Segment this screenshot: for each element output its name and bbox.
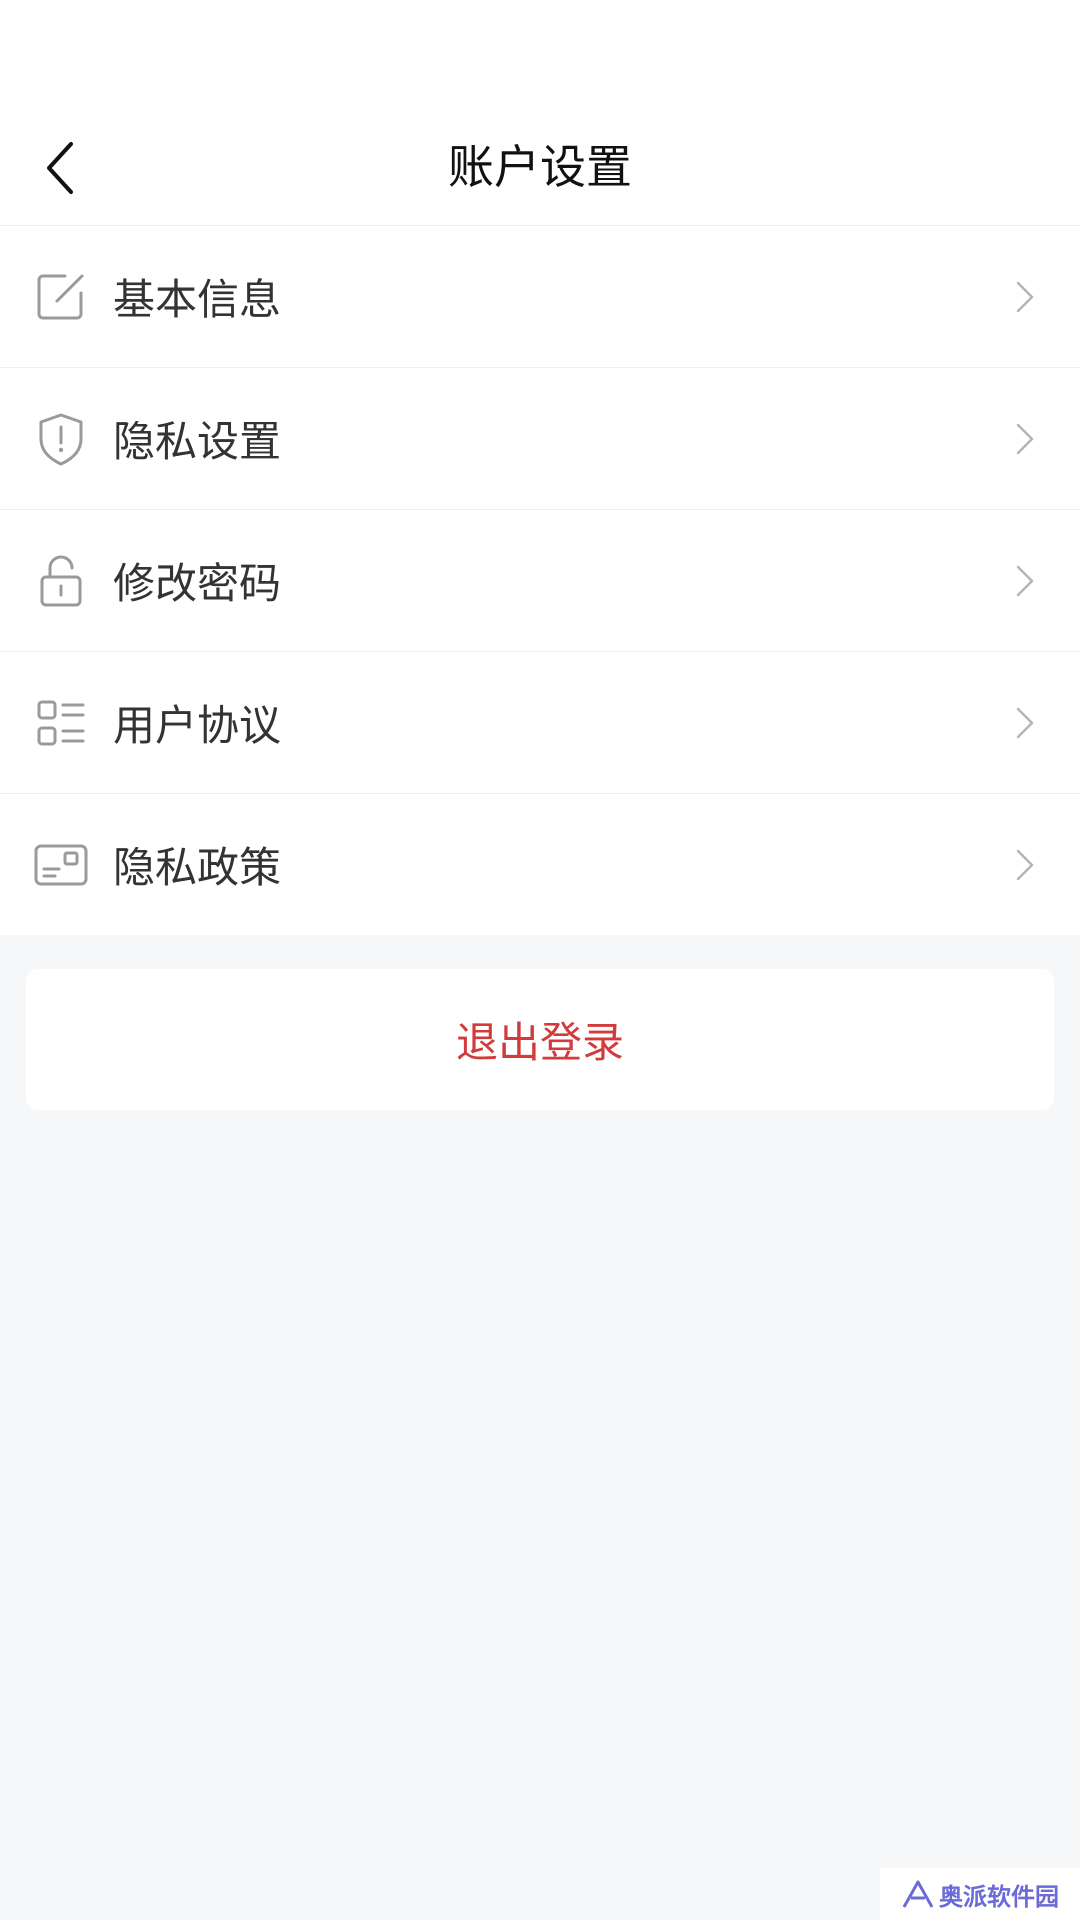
menu-item-basic-info[interactable]: 基本信息 [0,226,1080,368]
page-title: 账户设置 [448,140,632,194]
menu-item-label: 基本信息 [113,275,282,324]
nav-bar: 账户设置 [0,110,1080,226]
watermark-text: 奥派软件园 [939,1882,1059,1911]
id-card-icon [33,837,89,893]
logo-icon [902,1880,934,1908]
menu-item-label: 修改密码 [113,559,282,608]
menu-item-privacy-settings[interactable]: 隐私设置 [0,368,1080,510]
menu-list: 基本信息 隐私设置 修改密码 用户协议 隐私政策 [0,226,1080,935]
chevron-left-icon [47,141,73,194]
menu-item-label: 隐私政策 [113,843,282,892]
edit-icon [33,269,89,325]
chevron-right-icon [1010,561,1040,601]
list-icon [33,695,89,751]
chevron-right-icon [1010,845,1040,885]
watermark: 奥派软件园 [880,1868,1080,1920]
logout-button[interactable]: 退出登录 [26,969,1054,1110]
chevron-right-icon [1010,277,1040,317]
menu-item-privacy-policy[interactable]: 隐私政策 [0,794,1080,935]
shield-alert-icon [33,411,89,467]
back-button[interactable] [30,130,90,205]
menu-item-label: 隐私设置 [113,417,282,466]
chevron-right-icon [1010,419,1040,459]
status-bar [0,0,1080,110]
chevron-right-icon [1010,703,1040,743]
logout-label: 退出登录 [455,1018,624,1067]
menu-item-user-agreement[interactable]: 用户协议 [0,652,1080,794]
menu-item-label: 用户协议 [113,701,282,750]
lock-icon [33,553,89,609]
menu-item-change-password[interactable]: 修改密码 [0,510,1080,652]
